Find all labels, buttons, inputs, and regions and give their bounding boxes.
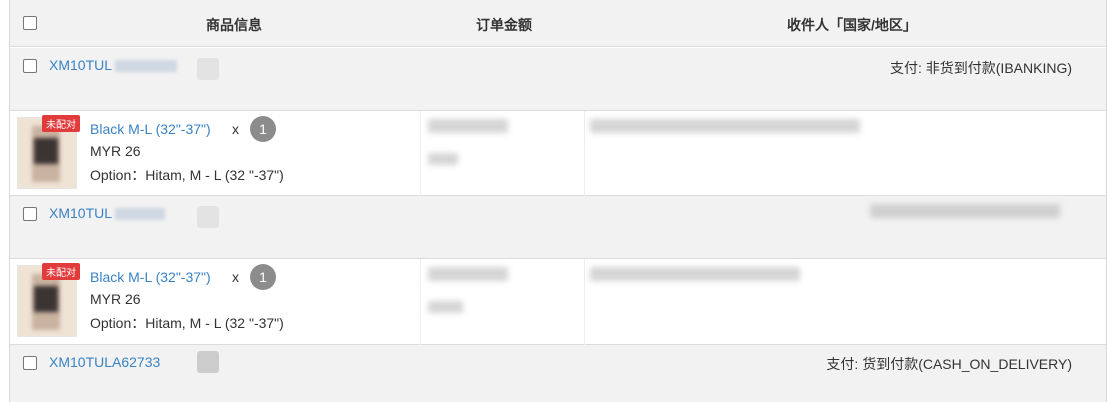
order-amount-redacted bbox=[428, 267, 508, 281]
product-option: Option：Hitam, M - L (32 "-37") bbox=[90, 315, 284, 331]
header-order-amount: 订单金额 bbox=[476, 17, 532, 33]
order-tag[interactable] bbox=[197, 206, 219, 228]
quantity-badge: 1 bbox=[250, 116, 276, 142]
quantity-times: x bbox=[232, 269, 239, 285]
header-product-info: 商品信息 bbox=[206, 17, 262, 33]
recipient-redacted bbox=[590, 119, 860, 133]
order-header: XM10TUL 支付: 非货到付款(IBANKING) bbox=[10, 48, 1106, 110]
unmatched-badge: 未配对 bbox=[42, 115, 80, 132]
payment-method: 支付: 货到付款(CASH_ON_DELIVERY) bbox=[826, 356, 1072, 372]
recipient-redacted bbox=[590, 267, 800, 281]
payment-method-redacted bbox=[870, 204, 1060, 218]
unmatched-badge: 未配对 bbox=[42, 263, 80, 280]
product-price: MYR 26 bbox=[90, 291, 141, 307]
select-all-checkbox[interactable] bbox=[23, 16, 37, 30]
order-number-link[interactable]: XM10TUL bbox=[49, 57, 178, 73]
order-item-row: 未配对 Black M-L (32"-37") x 1 MYR 26 Optio… bbox=[10, 258, 1106, 346]
table-header: 商品信息 订单金额 收件人「国家/地区」 bbox=[10, 0, 1106, 47]
header-recipient: 收件人「国家/地区」 bbox=[787, 17, 917, 33]
order-checkbox[interactable] bbox=[23, 207, 37, 221]
order-amount-redacted bbox=[428, 301, 463, 313]
order-number-link[interactable]: XM10TULA62733 bbox=[49, 354, 160, 370]
order-item-row: 未配对 Black M-L (32"-37") x 1 MYR 26 Optio… bbox=[10, 110, 1106, 197]
order-header: XM10TULA62733 支付: 货到付款(CASH_ON_DELIVERY) bbox=[10, 345, 1106, 402]
order-number-link[interactable]: XM10TUL bbox=[49, 205, 166, 221]
order-amount-redacted bbox=[428, 153, 458, 165]
quantity-times: x bbox=[232, 121, 239, 137]
order-tag[interactable] bbox=[197, 58, 219, 80]
product-name-link[interactable]: Black M-L (32"-37") bbox=[90, 269, 211, 285]
product-option: Option：Hitam, M - L (32 "-37") bbox=[90, 167, 284, 183]
order-header: XM10TUL bbox=[10, 196, 1106, 258]
order-checkbox[interactable] bbox=[23, 59, 37, 73]
product-price: MYR 26 bbox=[90, 143, 141, 159]
product-name-link[interactable]: Black M-L (32"-37") bbox=[90, 121, 211, 137]
order-list: 商品信息 订单金额 收件人「国家/地区」 XM10TUL 支付: 非货到付款(I… bbox=[9, 0, 1107, 402]
quantity-badge: 1 bbox=[250, 264, 276, 290]
payment-method: 支付: 非货到付款(IBANKING) bbox=[889, 60, 1072, 76]
order-amount-redacted bbox=[428, 119, 508, 133]
order-checkbox[interactable] bbox=[23, 356, 37, 370]
order-tag[interactable] bbox=[197, 351, 219, 373]
